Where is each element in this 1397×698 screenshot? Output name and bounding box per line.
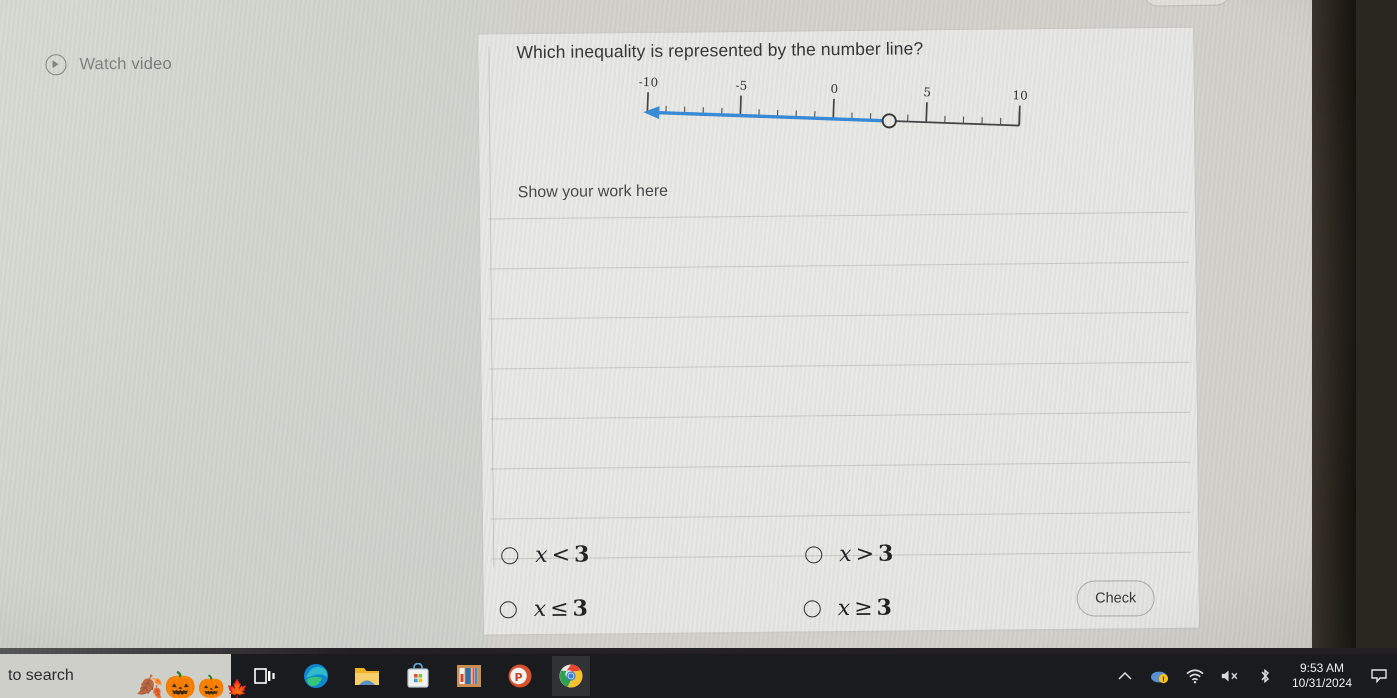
answer-choice-c-label: x ≤3 bbox=[533, 595, 590, 623]
clock-date: 10/31/2024 bbox=[1291, 676, 1353, 690]
question-card: Which inequality is represented by the n… bbox=[478, 27, 1199, 635]
radio-button[interactable] bbox=[805, 545, 823, 563]
windows-taskbar: to search 🍂 🎃 🎃 🍁 P ! 9:53 AM 10/31/2024 bbox=[0, 654, 1397, 698]
search-placeholder: to search bbox=[8, 667, 74, 684]
check-button[interactable]: Check bbox=[1076, 580, 1155, 617]
show-your-work-placeholder: Show your work here bbox=[517, 182, 669, 202]
svg-text:P: P bbox=[514, 671, 522, 684]
lesson-page: Watch video Skip Aa bbox=[0, 0, 1356, 662]
work-margin-line bbox=[488, 46, 495, 567]
answer-choice-d-label: x ≥3 bbox=[837, 594, 894, 622]
office-app-icon[interactable] bbox=[450, 656, 488, 696]
edge-browser-icon[interactable] bbox=[297, 656, 335, 696]
show-hidden-icons-chevron[interactable] bbox=[1115, 666, 1135, 686]
work-rule-line bbox=[490, 461, 1191, 470]
radio-button[interactable] bbox=[803, 599, 821, 617]
radio-button[interactable] bbox=[499, 600, 517, 618]
work-rule-line bbox=[488, 211, 1188, 220]
answer-choice-c[interactable]: x ≤3 bbox=[499, 595, 590, 623]
notification-center-icon[interactable] bbox=[1369, 666, 1389, 686]
taskbar-search-box[interactable]: to search 🍂 🎃 🎃 🍁 bbox=[0, 654, 249, 698]
svg-text:-5: -5 bbox=[735, 78, 747, 92]
monitor-surface: Watch video Skip Aa bbox=[0, 0, 1356, 698]
clock-time: 9:53 AM bbox=[1299, 661, 1345, 676]
pumpkins-icon[interactable]: 🍂 🎃 🎃 🍁 bbox=[136, 658, 249, 698]
file-explorer-icon[interactable] bbox=[348, 656, 386, 696]
answer-choice-d[interactable]: x ≥3 bbox=[803, 594, 894, 622]
wifi-icon[interactable] bbox=[1185, 666, 1205, 686]
bluetooth-icon[interactable] bbox=[1255, 666, 1275, 686]
onedrive-status-icon[interactable]: ! bbox=[1150, 666, 1170, 686]
question-prompt: Which inequality is represented by the n… bbox=[516, 38, 924, 63]
svg-text:5: 5 bbox=[923, 85, 931, 99]
svg-text:0: 0 bbox=[830, 82, 838, 96]
work-rule-line bbox=[488, 261, 1189, 270]
svg-text:10: 10 bbox=[1012, 88, 1028, 103]
note-edit-icon[interactable] bbox=[1251, 0, 1277, 3]
photographed-screen: Watch video Skip Aa bbox=[0, 0, 1397, 698]
taskbar-clock[interactable]: 9:53 AM 10/31/2024 bbox=[1290, 661, 1354, 690]
work-rule-line bbox=[489, 411, 1190, 420]
svg-text:!: ! bbox=[1162, 676, 1165, 684]
microsoft-store-icon[interactable] bbox=[399, 656, 437, 696]
answer-choice-b[interactable]: x >3 bbox=[805, 540, 895, 568]
chrome-browser-icon[interactable] bbox=[552, 656, 590, 696]
answer-choice-b-label: x >3 bbox=[839, 540, 895, 568]
powerpoint-icon[interactable]: P bbox=[501, 656, 539, 696]
volume-muted-icon[interactable] bbox=[1220, 666, 1240, 686]
task-view-icon[interactable] bbox=[246, 656, 284, 696]
skip-button[interactable]: Skip bbox=[1142, 0, 1232, 7]
system-tray: ! 9:53 AM 10/31/2024 bbox=[1115, 654, 1389, 698]
play-circle-icon bbox=[45, 54, 67, 76]
radio-button[interactable] bbox=[501, 546, 519, 564]
work-rule-line bbox=[489, 361, 1190, 370]
show-your-work-area[interactable]: Show your work here bbox=[480, 46, 1199, 575]
answer-choice-a[interactable]: x <3 bbox=[501, 541, 591, 569]
watch-video-button[interactable]: Watch video bbox=[45, 54, 172, 76]
work-rule-line bbox=[490, 511, 1191, 520]
svg-text:-10: -10 bbox=[639, 75, 659, 90]
number-line-figure: -10 -5 0 5 10 bbox=[629, 69, 1050, 159]
answer-choice-a-label: x <3 bbox=[535, 541, 591, 569]
work-rule-line bbox=[488, 311, 1189, 320]
watch-video-label: Watch video bbox=[79, 54, 172, 74]
taskbar-app-icons: P bbox=[246, 654, 590, 698]
left-blank-pane bbox=[0, 0, 488, 662]
monitor-bezel bbox=[1312, 0, 1356, 652]
